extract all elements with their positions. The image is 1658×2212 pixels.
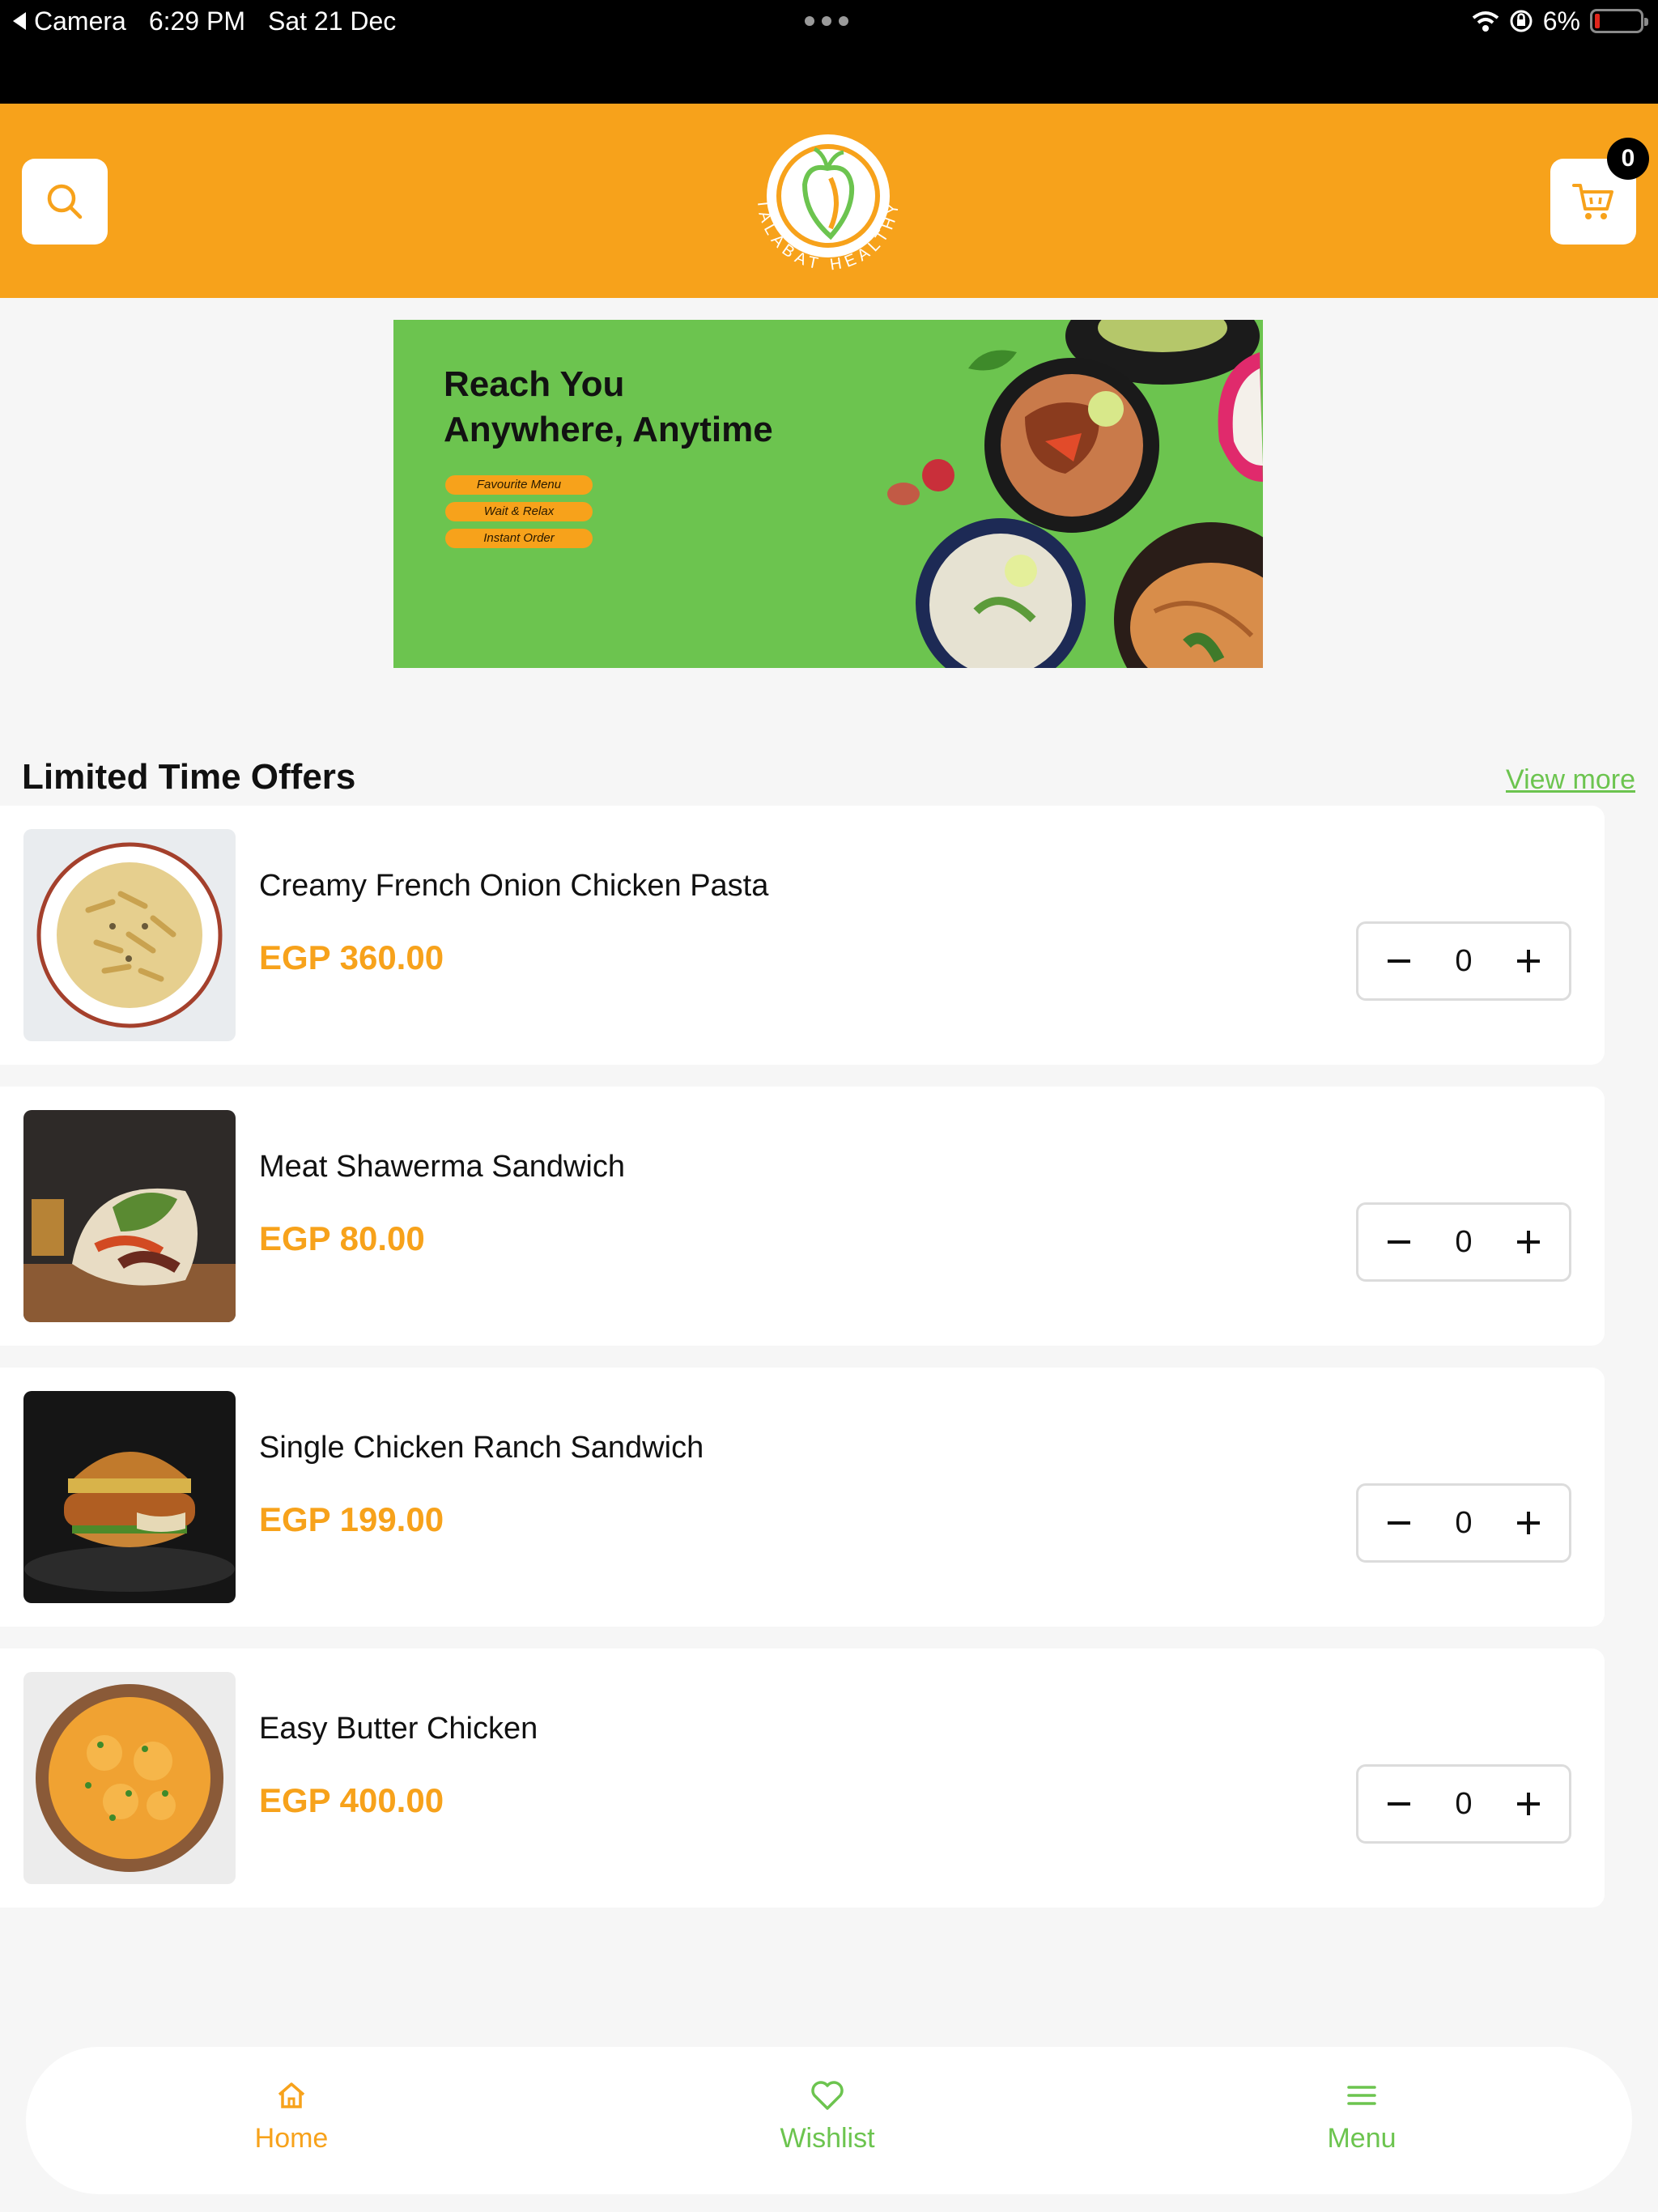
quantity-value: 0 xyxy=(1455,1786,1473,1821)
back-arrow-icon xyxy=(13,12,26,30)
banner-pill-instant: Instant Order xyxy=(445,529,593,548)
section-title: Limited Time Offers xyxy=(22,757,356,797)
banner-pill-wait: Wait & Relax xyxy=(445,502,593,521)
quantity-value: 0 xyxy=(1455,943,1473,978)
decrease-button[interactable] xyxy=(1383,1226,1415,1258)
product-card[interactable]: Meat Shawerma Sandwich EGP 80.00 0 xyxy=(0,1087,1605,1346)
bottom-navigation: Home Wishlist Menu xyxy=(26,2047,1632,2194)
product-card[interactable]: Single Chicken Ranch Sandwich EGP 199.00… xyxy=(0,1368,1605,1627)
pasta-image xyxy=(23,829,236,1041)
butter-chicken-image xyxy=(23,1672,236,1884)
product-card[interactable]: Creamy French Onion Chicken Pasta EGP 36… xyxy=(0,806,1605,1065)
increase-button[interactable] xyxy=(1512,1788,1545,1820)
promo-banner[interactable]: Reach You Anywhere, Anytime Favourite Me… xyxy=(393,320,1263,668)
search-icon xyxy=(47,184,83,219)
item-name: Single Chicken Ranch Sandwich xyxy=(259,1431,704,1465)
nav-wishlist-label: Wishlist xyxy=(780,2123,875,2154)
nav-menu[interactable]: Menu xyxy=(1281,2079,1443,2155)
increase-button[interactable] xyxy=(1512,1226,1545,1258)
item-price: EGP 199.00 xyxy=(259,1500,444,1538)
decrease-button[interactable] xyxy=(1383,1788,1415,1820)
banner-title: Reach You Anywhere, Anytime xyxy=(444,364,773,449)
nav-menu-label: Menu xyxy=(1327,2123,1397,2154)
cart-icon xyxy=(1572,184,1613,219)
decrease-button[interactable] xyxy=(1383,1507,1415,1539)
item-price: EGP 400.00 xyxy=(259,1781,444,1819)
search-button[interactable] xyxy=(22,159,108,245)
banner-food-image xyxy=(887,320,1263,668)
heart-icon xyxy=(811,2081,844,2110)
increase-button[interactable] xyxy=(1512,1507,1545,1539)
decrease-button[interactable] xyxy=(1383,945,1415,977)
item-name: Meat Shawerma Sandwich xyxy=(259,1150,625,1184)
cart-count-badge: 0 xyxy=(1607,138,1649,180)
multitask-dots-icon[interactable] xyxy=(805,16,848,26)
menu-icon xyxy=(1347,2086,1376,2105)
quantity-stepper: 0 xyxy=(1356,1202,1571,1282)
nav-home-label: Home xyxy=(254,2123,329,2154)
wifi-icon xyxy=(1472,11,1499,32)
nav-wishlist[interactable]: Wishlist xyxy=(746,2079,908,2155)
increase-button[interactable] xyxy=(1512,945,1545,977)
view-more-link[interactable]: View more xyxy=(1506,764,1635,796)
back-to-camera[interactable]: Camera xyxy=(13,6,126,36)
quantity-stepper: 0 xyxy=(1356,921,1571,1001)
quantity-value: 0 xyxy=(1455,1224,1473,1259)
quantity-value: 0 xyxy=(1455,1505,1473,1540)
quantity-stepper: 0 xyxy=(1356,1483,1571,1563)
banner-pill-favourite: Favourite Menu xyxy=(445,475,593,495)
status-date: Sat 21 Dec xyxy=(267,6,397,36)
product-card[interactable]: Easy Butter Chicken EGP 400.00 0 xyxy=(0,1648,1605,1908)
talabat-healthy-logo: TALABAT HEALTHY xyxy=(754,134,899,274)
chicken-sandwich-image xyxy=(23,1391,236,1603)
battery-percent: 6% xyxy=(1542,6,1580,36)
item-name: Creamy French Onion Chicken Pasta xyxy=(259,869,769,903)
status-time: 6:29 PM xyxy=(148,6,245,36)
shawerma-image xyxy=(23,1110,236,1322)
status-bar: Camera 6:29 PM Sat 21 Dec 6% xyxy=(0,0,1658,104)
rotation-lock-icon xyxy=(1510,10,1533,32)
back-app-label: Camera xyxy=(34,6,126,36)
battery-icon xyxy=(1590,9,1648,33)
quantity-stepper: 0 xyxy=(1356,1764,1571,1844)
home-icon xyxy=(278,2082,305,2108)
nav-home[interactable]: Home xyxy=(210,2079,372,2155)
item-name: Easy Butter Chicken xyxy=(259,1712,538,1746)
item-price: EGP 360.00 xyxy=(259,938,444,976)
app-header: TALABAT HEALTHY 0 xyxy=(0,104,1658,298)
item-price: EGP 80.00 xyxy=(259,1219,425,1257)
